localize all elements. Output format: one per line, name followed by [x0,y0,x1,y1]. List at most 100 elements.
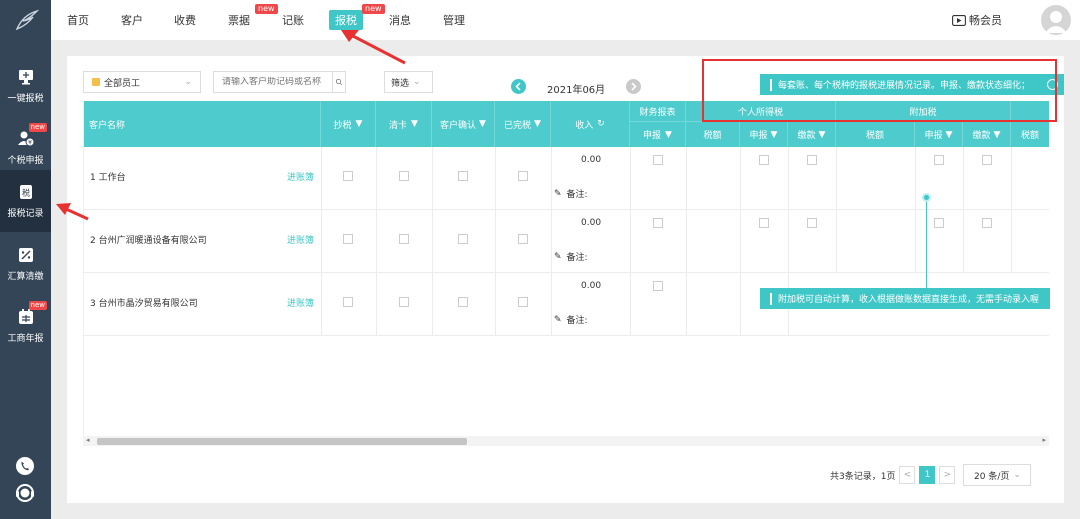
col-pay[interactable]: 缴款 ▼ [788,121,836,147]
checkbox[interactable] [458,297,468,307]
app-logo[interactable] [0,0,51,40]
tooltip-connector [926,198,927,290]
sidebar-item-settlement[interactable]: 汇算清缴 [0,233,51,295]
phone-icon[interactable] [15,456,35,476]
sidebar-item-annual-report[interactable]: new 工商年报 [0,295,51,357]
scroll-thumb[interactable] [97,438,467,445]
col-declare[interactable]: 申报 ▼ [630,121,686,147]
filter-icon: ▼ [411,119,418,129]
edit-icon: ✎ [554,251,562,262]
next-page-button[interactable]: > [939,466,956,484]
edit-icon: ✎ [554,314,562,325]
checkbox[interactable] [518,297,528,307]
note-field[interactable]: ✎ 备注: [554,313,588,327]
col-declare[interactable]: 申报 ▼ [915,121,963,147]
open-ledger-link[interactable]: 进账簿 [287,170,314,183]
nav-home[interactable]: 首页 [67,12,89,28]
next-month-button[interactable] [626,79,641,94]
prev-month-button[interactable] [511,79,526,94]
filter-icon: ▼ [945,129,953,140]
filter-icon: ▼ [355,119,363,129]
customer-name: 1 工作台 [90,170,126,183]
staff-select[interactable]: 全部员工 ⌄ [83,71,201,93]
col-label: 申报 [924,131,943,141]
checkbox[interactable] [982,155,992,165]
note-label: 备注: [566,316,588,326]
sidebar-item-one-click-tax[interactable]: 一键报税 [0,55,51,117]
col-label: 缴款 [797,131,816,141]
horizontal-scrollbar[interactable]: ◂ ▸ [83,436,1049,446]
col-label: 收入 [575,120,594,131]
table-row[interactable]: 2 台州广润暖通设备有限公司 进账簿 0.00 ✎ 备注: [84,210,1049,273]
col-customer-confirm[interactable]: 客户确认 ▼ [432,101,495,147]
checkbox[interactable] [399,234,409,244]
checkbox[interactable] [518,171,528,181]
checkbox[interactable] [458,171,468,181]
nav-customers[interactable]: 客户 [121,12,143,28]
open-ledger-link[interactable]: 进账簿 [287,233,314,246]
checkbox[interactable] [343,297,353,307]
search-icon[interactable] [332,72,345,92]
col-label: 客户确认 [440,120,477,131]
avatar[interactable] [1041,5,1071,35]
checkbox[interactable] [759,218,769,228]
col-declare[interactable]: 申报 ▼ [740,121,788,147]
scroll-left-icon[interactable]: ◂ [86,436,90,444]
checkbox[interactable] [399,171,409,181]
page-size-select[interactable]: 20 条/页 ⌄ [963,464,1032,486]
nav-bookkeeping[interactable]: 记账 [282,12,304,28]
checkbox[interactable] [458,234,468,244]
row-number: 2 [90,236,96,246]
checkbox[interactable] [343,234,353,244]
checkbox[interactable] [343,171,353,181]
checkbox[interactable] [759,155,769,165]
checkbox[interactable] [807,155,817,165]
col-finished[interactable]: 已完税 ▼ [495,101,551,147]
customer-name: 3 台州市晶汐贸易有限公司 [90,296,198,309]
staff-select-value: 全部员工 [104,78,141,89]
checkbox[interactable] [653,155,663,165]
feather-logo-icon [15,9,39,31]
col-income[interactable]: 收入 ↻ [551,101,630,147]
search-input[interactable] [222,77,332,87]
period-label: 2021年06月 [547,85,606,96]
open-ledger-link[interactable]: 进账簿 [287,296,314,309]
red-arrow-icon [56,203,89,221]
note-field[interactable]: ✎ 备注: [554,187,588,201]
checkbox[interactable] [934,218,944,228]
col-chaoshui[interactable]: 抄税 ▼ [321,101,376,147]
filter-icon: ▼ [770,129,778,140]
play-icon [952,14,966,26]
scroll-right-icon[interactable]: ▸ [1042,436,1046,444]
row-number: 1 [90,173,96,183]
nav-fees[interactable]: 收费 [174,12,196,28]
filter-icon: ▼ [479,119,486,129]
col-label: 申报 [643,131,662,141]
table-row[interactable]: 1 工作台 进账簿 0.00 ✎ 备注: [84,147,1049,210]
note-field[interactable]: ✎ 备注: [554,250,588,264]
filter-button[interactable]: 筛选 ⌄ [384,71,433,93]
checkbox[interactable] [653,281,663,291]
customer-service-icon[interactable] [15,483,35,503]
checkbox[interactable] [934,155,944,165]
checkbox[interactable] [807,218,817,228]
col-label: 抄税 [333,120,352,131]
checkbox[interactable] [653,218,663,228]
member-link[interactable]: 畅会员 [952,12,1002,28]
row-number: 3 [90,299,96,309]
sidebar-item-label: 汇算清缴 [7,272,44,282]
nav-admin[interactable]: 管理 [443,12,465,28]
tip-marker [770,292,772,305]
edit-icon: ✎ [554,188,562,199]
sidebar-item-tax-records[interactable]: 税 报税记录 [0,170,51,232]
nav-invoices[interactable]: 票据 [228,12,250,28]
checkbox[interactable] [518,234,528,244]
col-qingka[interactable]: 清卡 ▼ [376,101,432,147]
tax-record-icon: 税 [19,185,32,199]
checkbox[interactable] [982,218,992,228]
current-page[interactable]: 1 [919,466,936,484]
col-label: 清卡 [389,120,408,131]
checkbox[interactable] [399,297,409,307]
col-pay[interactable]: 缴款 ▼ [963,121,1011,147]
prev-page-button[interactable]: < [899,466,916,484]
